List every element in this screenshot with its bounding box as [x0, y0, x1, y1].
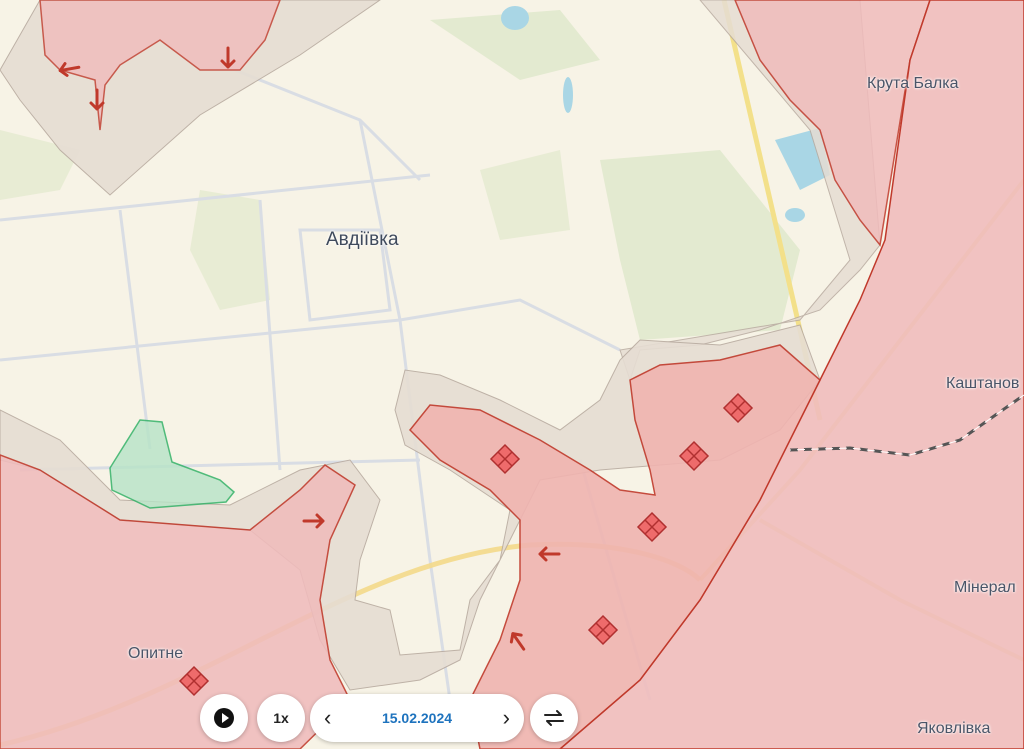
speed-label: 1x [273, 710, 289, 726]
speed-button[interactable]: 1x [257, 694, 305, 742]
place-label-kashtanove[interactable]: Каштанов [946, 375, 1019, 393]
place-label-avdiivka[interactable]: Авдіївка [326, 229, 399, 251]
place-label-mineralne[interactable]: Мінерал [954, 579, 1016, 597]
swap-button[interactable] [530, 694, 578, 742]
place-label-yakovlivka[interactable]: Яковлівка [917, 720, 990, 738]
play-icon [214, 708, 234, 728]
play-button[interactable] [200, 694, 248, 742]
map-view[interactable]: Авдіївка Крута Балка Каштанов Мінерал Оп… [0, 0, 1024, 749]
swap-arrows-icon [544, 710, 564, 726]
current-date[interactable]: 15.02.2024 [382, 710, 452, 726]
chevron-left-icon[interactable]: ‹ [324, 707, 331, 729]
map-canvas[interactable] [0, 0, 1024, 749]
place-label-kruta-balka[interactable]: Крута Балка [867, 75, 959, 93]
chevron-right-icon[interactable]: › [503, 707, 510, 729]
date-selector: ‹ 15.02.2024 › [310, 694, 524, 742]
place-label-opytne[interactable]: Опитне [128, 645, 183, 663]
